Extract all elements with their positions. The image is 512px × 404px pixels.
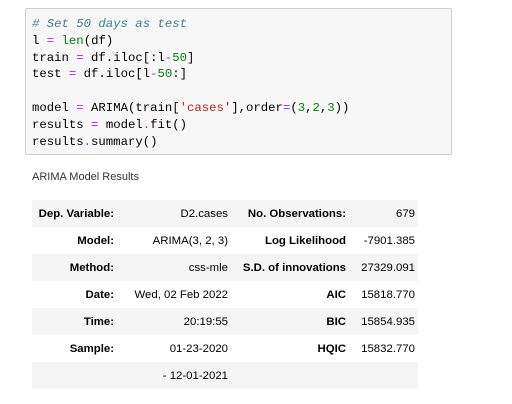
code-line: l = len(df) [32,33,349,50]
code-token: 2 [312,100,320,115]
row-value: 15818.770 [349,281,418,308]
code-token: summary() [91,134,158,149]
code-line: train = df.iloc[:l-50] [32,50,349,67]
row-value: css-mle [117,254,231,281]
row-label: Log Likelihood [231,227,349,254]
table-row: Time: 20:19:55 BIC 15854.935 [32,308,418,335]
code-token: l [32,33,47,48]
row-label: BIC [231,308,349,335]
code-token: train [32,50,77,65]
table-row: Method: css-mle S.D. of innovations 27329.0… [32,254,418,281]
code-token: test [32,67,69,82]
code-token: df.iloc[l [76,67,151,82]
code-line: # Set 50 days as test [32,16,349,33]
code-token: = [76,100,84,115]
code-token: 3 [327,100,335,115]
row-value: 679 [349,200,418,227]
row-label: Model: [32,227,117,254]
row-value: D2.cases [117,200,231,227]
code-token: 3 [297,100,306,115]
code-token: model [98,117,143,132]
code-token: . [83,134,92,149]
row-value [349,362,418,389]
row-label: No. Observations: [231,200,349,227]
code-token: len [61,33,84,48]
code-token: 50 [172,50,188,65]
code-token: = [76,50,84,65]
row-value: ARIMA(3, 2, 3) [117,227,231,254]
code-token: )) [334,100,350,115]
code-line: results = model.fit() [32,117,349,134]
code-token: . [142,117,151,132]
row-label: Date: [32,281,117,308]
row-label: Time: [32,308,117,335]
code-token: model [32,100,77,115]
table-row: - 12-01-2021 [32,362,418,389]
row-label: HQIC [231,335,349,362]
code-line: model = ARIMA(train['cases'],order=(3,2,… [32,100,349,117]
table-row: Date: Wed, 02 Feb 2022 AIC 15818.770 [32,281,418,308]
code-token: 'cases' [179,100,232,115]
row-label: Method: [32,254,117,281]
row-label: S.D. of innovations [231,254,349,281]
row-value: 15832.770 [349,335,418,362]
table-row: Model: ARIMA(3, 2, 3) Log Likelihood -7901.… [32,227,418,254]
code-token: results [32,134,84,149]
code-token: df.iloc[:l [83,50,165,65]
row-value: Wed, 02 Feb 2022 [117,281,231,308]
row-label [32,362,117,389]
table-row: Sample: 01-23-2020 HQIC 15832.770 [32,335,418,362]
row-label: Sample: [32,335,117,362]
code-line: results.summary() [32,134,349,151]
code-token: ARIMA(train[ [83,100,180,115]
row-value: 27329.091 [349,254,418,281]
row-value: 01-23-2020 [117,335,231,362]
code-token: 50 [157,67,173,82]
code-token: :] [172,67,188,82]
code-token: results [32,117,92,132]
table-row: Dep. Variable: D2.cases No. Observations: 6… [32,200,418,227]
row-label [231,362,349,389]
row-value: - 12-01-2021 [117,362,231,389]
code-line: test = df.iloc[l-50:] [32,66,349,83]
row-label: Dep. Variable: [32,200,117,227]
code-token: fit() [150,117,188,132]
code-token: # Set 50 days as test [32,17,187,31]
code-cell[interactable]: # Set 50 days as test l = len(df) train = … [25,8,452,155]
row-label: AIC [231,281,349,308]
results-table: Dep. Variable: D2.cases No. Observations: 6… [32,200,418,389]
output-title: ARIMA Model Results [32,171,139,183]
code-token: ( [290,100,298,115]
row-value: 20:19:55 [117,308,231,335]
code-editor[interactable]: # Set 50 days as test l = len(df) train = … [32,16,349,150]
row-value: -7901.385 [349,227,418,254]
row-value: 15854.935 [349,308,418,335]
code-token: (df) [83,33,114,48]
code-token: ],order [231,100,283,115]
code-token: ] [187,50,195,65]
